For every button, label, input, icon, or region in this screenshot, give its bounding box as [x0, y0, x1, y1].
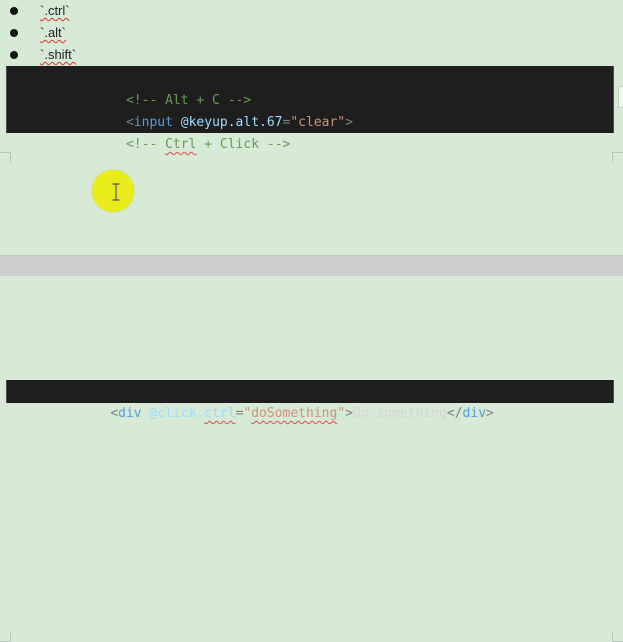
code-text: Do something: [352, 406, 447, 421]
bullet-icon: [10, 29, 18, 37]
code-string: "clear": [290, 115, 346, 130]
code-string-quote: ": [337, 406, 346, 421]
list-item-text: `.alt`: [40, 25, 66, 40]
bullet-icon: [10, 7, 18, 15]
code-string-value: doSomething: [251, 406, 338, 421]
code-comment-ctrl: Ctrl: [165, 137, 197, 152]
code-attribute-ctrl: ctrl: [204, 406, 236, 421]
code-line: <!-- Alt + C -->: [7, 68, 613, 108]
code-comment-start: <!--: [125, 137, 166, 152]
code-tag: div: [118, 406, 142, 421]
page-corner-marker: [0, 631, 11, 642]
code-tag: div: [462, 406, 487, 421]
code-block: <!-- Alt + C --> <input @keyup.alt.67="c…: [6, 66, 614, 152]
list-item-text: `.shift`: [40, 47, 77, 62]
code-punctuation: >: [486, 406, 494, 421]
code-line: <div @click.ctrl="doSomething">Do someth…: [7, 381, 613, 421]
code-tag: input: [133, 115, 173, 130]
code-punctuation: <: [110, 406, 119, 421]
page-corner-marker: [612, 152, 623, 163]
document-page-top: `.ctrl` `.alt` `.shift` <!-- Alt + C -->…: [0, 0, 623, 255]
code-punctuation: >: [345, 406, 353, 421]
page-corner-marker: [612, 631, 623, 642]
text-cursor-icon: [112, 183, 120, 201]
code-block: <div @click.ctrl="doSomething">Do someth…: [6, 380, 614, 421]
page-corner-marker: [0, 152, 11, 163]
list-item-text: `.ctrl`: [40, 3, 70, 18]
code-attribute: @keyup.alt.67: [180, 115, 283, 130]
code-punctuation: <: [125, 115, 134, 130]
scroll-marker: [618, 86, 623, 108]
code-punctuation: >: [345, 115, 353, 130]
page-gap: [0, 255, 623, 277]
bullet-icon: [10, 51, 18, 59]
code-punctuation: </: [446, 406, 463, 421]
code-attribute-start: @click.: [149, 406, 205, 421]
code-comment: <!-- Alt + C -->: [125, 93, 252, 108]
code-comment-end: + Click -->: [196, 137, 291, 152]
